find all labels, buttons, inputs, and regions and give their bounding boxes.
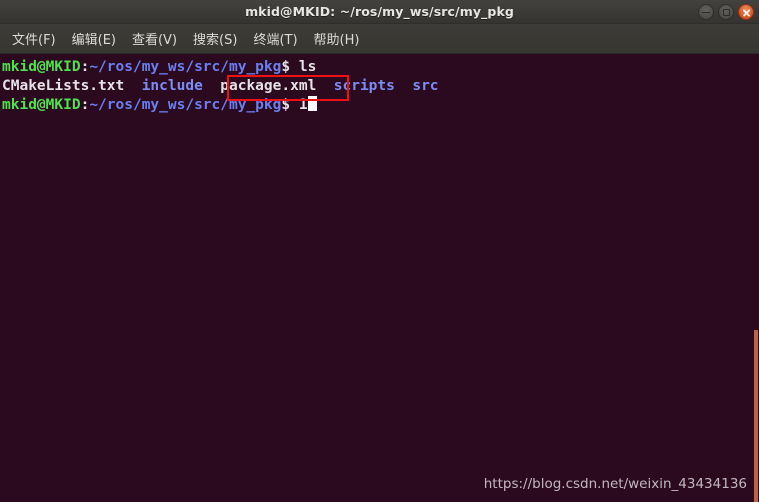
prompt-separator-2: :: [80, 97, 90, 113]
menu-item-search[interactable]: 搜索(S): [185, 26, 245, 51]
minimize-glyph: [702, 11, 710, 13]
window-controls: [698, 4, 754, 20]
ls-gap-1: [124, 78, 141, 94]
maximize-button-icon[interactable]: [718, 4, 734, 20]
prompt-path-2: ~/ros/my_ws/src/my_pkg: [89, 97, 282, 113]
ls-entry-cmakelists: CMakeLists.txt: [2, 78, 125, 94]
menu-item-help[interactable]: 帮助(H): [306, 26, 368, 51]
window-title: mkid@MKID: ~/ros/my_ws/src/my_pkg: [245, 4, 514, 19]
minimize-button-icon[interactable]: [698, 4, 714, 20]
terminal-line-2-ls-output: CMakeLists.txt include package.xml scrip…: [2, 77, 759, 96]
prompt-user-host: mkid@MKID: [2, 59, 81, 75]
title-bar[interactable]: mkid@MKID: ~/ros/my_ws/src/my_pkg: [0, 0, 759, 24]
prompt-symbol-2: $: [281, 97, 291, 113]
menu-item-terminal[interactable]: 终端(T): [245, 26, 305, 51]
menu-item-edit[interactable]: 编辑(E): [64, 26, 124, 51]
prompt-user-host-2: mkid@MKID: [2, 97, 81, 113]
ls-entry-package-xml: package.xml: [220, 78, 317, 94]
prompt-symbol: $: [281, 59, 291, 75]
menu-bar: 文件(F) 编辑(E) 查看(V) 搜索(S) 终端(T) 帮助(H): [0, 24, 759, 54]
ls-entry-scripts: scripts: [333, 78, 395, 94]
terminal-scrollbar[interactable]: [753, 54, 759, 502]
ls-entry-src: src: [412, 78, 439, 94]
terminal-command-ls: ls: [290, 59, 317, 75]
ls-gap-2: [203, 78, 220, 94]
prompt-path: ~/ros/my_ws/src/my_pkg: [89, 59, 282, 75]
terminal-cursor: [307, 96, 317, 111]
terminal-screen[interactable]: mkid@MKID:~/ros/my_ws/src/my_pkg$ ls CMa…: [0, 54, 759, 502]
scrollbar-thumb[interactable]: [754, 330, 758, 502]
ls-entry-include: include: [141, 78, 203, 94]
terminal-window: mkid@MKID: ~/ros/my_ws/src/my_pkg 文件(F) …: [0, 0, 759, 502]
maximize-glyph: [722, 8, 730, 16]
watermark-url: https://blog.csdn.net/weixin_43434136: [483, 476, 747, 492]
ls-gap-4: [395, 78, 412, 94]
close-button-icon[interactable]: [738, 4, 754, 20]
terminal-typed-input: 1: [290, 97, 308, 113]
ls-gap-3: [316, 78, 333, 94]
prompt-separator: :: [80, 59, 90, 75]
terminal-line-3: mkid@MKID:~/ros/my_ws/src/my_pkg$ 1: [2, 96, 759, 115]
menu-item-view[interactable]: 查看(V): [124, 26, 185, 51]
terminal-line-1: mkid@MKID:~/ros/my_ws/src/my_pkg$ ls: [2, 58, 759, 77]
menu-item-file[interactable]: 文件(F): [4, 26, 64, 51]
